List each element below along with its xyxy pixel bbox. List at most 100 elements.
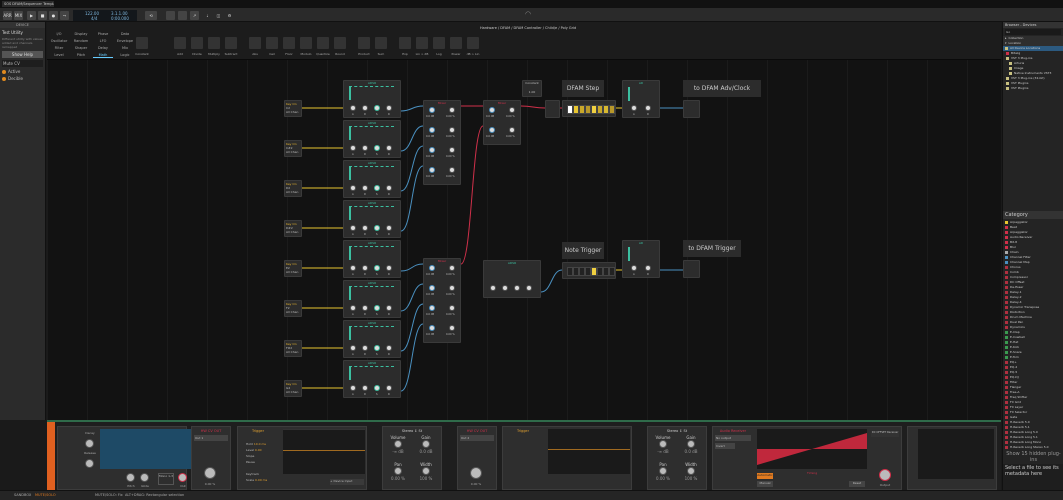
adsr-module[interactable]: ADSR A D S R — [343, 280, 401, 318]
browser-search-input[interactable]: Go — [1005, 29, 1061, 35]
adsr-knob-d[interactable] — [362, 225, 368, 231]
module-10-icon[interactable] — [334, 37, 346, 49]
hw-cv-out-device-2[interactable]: HW CV OUT Out 2 0.00 % — [457, 426, 497, 490]
automatic-button[interactable]: Automatic — [757, 473, 773, 479]
poly-grid-device[interactable]: Decay Release Pitch Glide Mono 1-3 Out — [57, 426, 200, 490]
adsr-knob-s[interactable] — [374, 265, 380, 271]
arrange-button[interactable]: ARR — [3, 11, 12, 20]
palette-category-4[interactable]: Oscillator — [49, 39, 69, 43]
adsr-knob-r[interactable] — [386, 305, 392, 311]
key-on-module[interactable]: Key On G2 All Chan — [284, 380, 302, 397]
switch-module[interactable] — [545, 100, 560, 118]
adsr-knob-a[interactable] — [350, 345, 356, 351]
output-select[interactable]: Out 1 — [194, 435, 228, 441]
palette-category-1[interactable]: Display — [71, 32, 91, 36]
ad-knob-d[interactable] — [645, 105, 651, 111]
adsr-knob-r[interactable] — [386, 385, 392, 391]
trigger-sequencer[interactable] — [562, 262, 616, 279]
palette-category-5[interactable]: Random — [71, 39, 91, 43]
voice-mode[interactable]: Mono 1-3 — [158, 473, 174, 485]
palette-category-14[interactable]: Math — [93, 53, 113, 58]
gain-knob[interactable] — [429, 167, 435, 173]
tool-device-2[interactable]: Stereo ↕ St Volume -∞ dB Gain 0.0 dB Pan 0.00… — [647, 426, 707, 490]
step-7[interactable] — [609, 267, 615, 276]
adsr-knob-d[interactable] — [362, 105, 368, 111]
key-on-module[interactable]: Key On F2 All Chan — [284, 300, 302, 317]
mix-button[interactable]: MIX — [14, 11, 23, 20]
mixer-module[interactable]: Mixer 0.0 dB 0.00 % 0.0 dB 0.00 % — [483, 100, 521, 145]
adsr-module[interactable]: ADSR A D S R — [343, 120, 401, 158]
key-on-module[interactable]: Key On C2 All Chan — [284, 100, 302, 117]
ad-knob-a[interactable] — [631, 265, 637, 271]
adsr-knob-r[interactable] — [386, 265, 392, 271]
palette-category-3[interactable]: Data — [115, 32, 135, 36]
out-knob[interactable] — [178, 473, 187, 482]
adsr-knob-a[interactable] — [350, 385, 356, 391]
palette-category-7[interactable]: Envelope — [115, 39, 135, 43]
adsr-knob-r[interactable] — [386, 185, 392, 191]
adsr-knob-r[interactable] — [386, 225, 392, 231]
gain-knob[interactable] — [489, 127, 495, 133]
gain-knob[interactable] — [429, 265, 435, 271]
offset-knob[interactable] — [449, 265, 455, 271]
palette-category-9[interactable]: Shaper — [71, 46, 91, 50]
tool-device[interactable]: Stereo ↕ St Volume -∞ dB Gain 0.0 dB Pan 0.00… — [382, 426, 442, 490]
module-6-icon[interactable] — [266, 37, 278, 49]
glide-knob[interactable] — [140, 473, 149, 482]
loop-icon[interactable]: ⟲ — [145, 11, 157, 20]
automation-icon[interactable]: ⤳ — [60, 11, 69, 20]
reset-button[interactable]: Reset — [849, 481, 865, 487]
option-active[interactable]: Active — [2, 69, 43, 74]
adsr-knob-a[interactable] — [350, 185, 356, 191]
tool-pan-knob[interactable] — [394, 467, 402, 475]
mixer-module[interactable]: Mixer 0.0 dB 0.00 % 0.0 dB 0.00 % 0.0 dB 0.00 … — [423, 100, 461, 185]
adsr-knob-d[interactable] — [362, 385, 368, 391]
offset-knob[interactable] — [449, 127, 455, 133]
module-7-icon[interactable] — [283, 37, 295, 49]
tool-volume-knob[interactable] — [659, 440, 667, 448]
adsr-knob-s[interactable] — [374, 305, 380, 311]
adsr-knob-d[interactable] — [362, 145, 368, 151]
key-on-module[interactable]: Key On D#2 All Chan — [284, 220, 302, 237]
adsr-module[interactable]: ADSR A D S R — [343, 240, 401, 278]
settings-icon[interactable]: ⚙ — [225, 11, 234, 20]
gain-knob[interactable] — [489, 107, 495, 113]
adsr-knob-d[interactable] — [362, 185, 368, 191]
category-item[interactable]: H-Reverb Long Stereo 5.0 — [1003, 445, 1063, 450]
adsr-knob-r[interactable] — [526, 285, 532, 291]
tool-gain-knob[interactable] — [687, 440, 695, 448]
automation-write-icon[interactable]: ↗ — [190, 11, 199, 20]
palette-category-10[interactable]: Delay — [93, 46, 113, 50]
module-1-icon[interactable] — [174, 37, 186, 49]
module-2-icon[interactable] — [191, 37, 203, 49]
eq-device[interactable] — [907, 426, 997, 490]
adsr-module[interactable]: ADSR A D S R — [343, 320, 401, 358]
hw-cv-out-device[interactable]: HW CV OUT Out 1 0.00 % — [191, 426, 231, 490]
palette-category-8[interactable]: Filter — [49, 46, 69, 50]
palette-category-2[interactable]: Phase — [93, 32, 113, 36]
gain-knob[interactable] — [429, 147, 435, 153]
adsr-knob-d[interactable] — [362, 265, 368, 271]
adsr-knob-a[interactable] — [490, 285, 496, 291]
ad-knob-a[interactable] — [631, 105, 637, 111]
key-on-module[interactable]: Key On F#2 All Chan — [284, 340, 302, 357]
metronome-icon[interactable]: ♩ — [203, 11, 212, 20]
gain-knob[interactable] — [429, 325, 435, 331]
offset-knob[interactable] — [449, 167, 455, 173]
adsr-knob-a[interactable] — [350, 225, 356, 231]
adsr-knob-s[interactable] — [374, 145, 380, 151]
breadcrumb[interactable]: Hardware / DFAM / DFAM Controller / Chil… — [480, 26, 576, 30]
cv-out-module[interactable] — [683, 100, 700, 118]
audio-receiver-device[interactable]: Audio Receiver No output Invert Automati… — [712, 426, 902, 490]
module-14-icon[interactable] — [416, 37, 428, 49]
adsr-knob-a[interactable] — [350, 305, 356, 311]
tool-gain-knob[interactable] — [422, 440, 430, 448]
module-8-icon[interactable] — [300, 37, 312, 49]
punch-button[interactable] — [166, 11, 175, 20]
adsr-knob-r[interactable] — [386, 105, 392, 111]
adsr-knob-s[interactable] — [374, 225, 380, 231]
ad-module[interactable]: AD A D — [622, 240, 660, 278]
adsr-knob-d[interactable] — [362, 345, 368, 351]
output-knob[interactable] — [879, 469, 891, 481]
release-knob[interactable] — [85, 459, 94, 468]
